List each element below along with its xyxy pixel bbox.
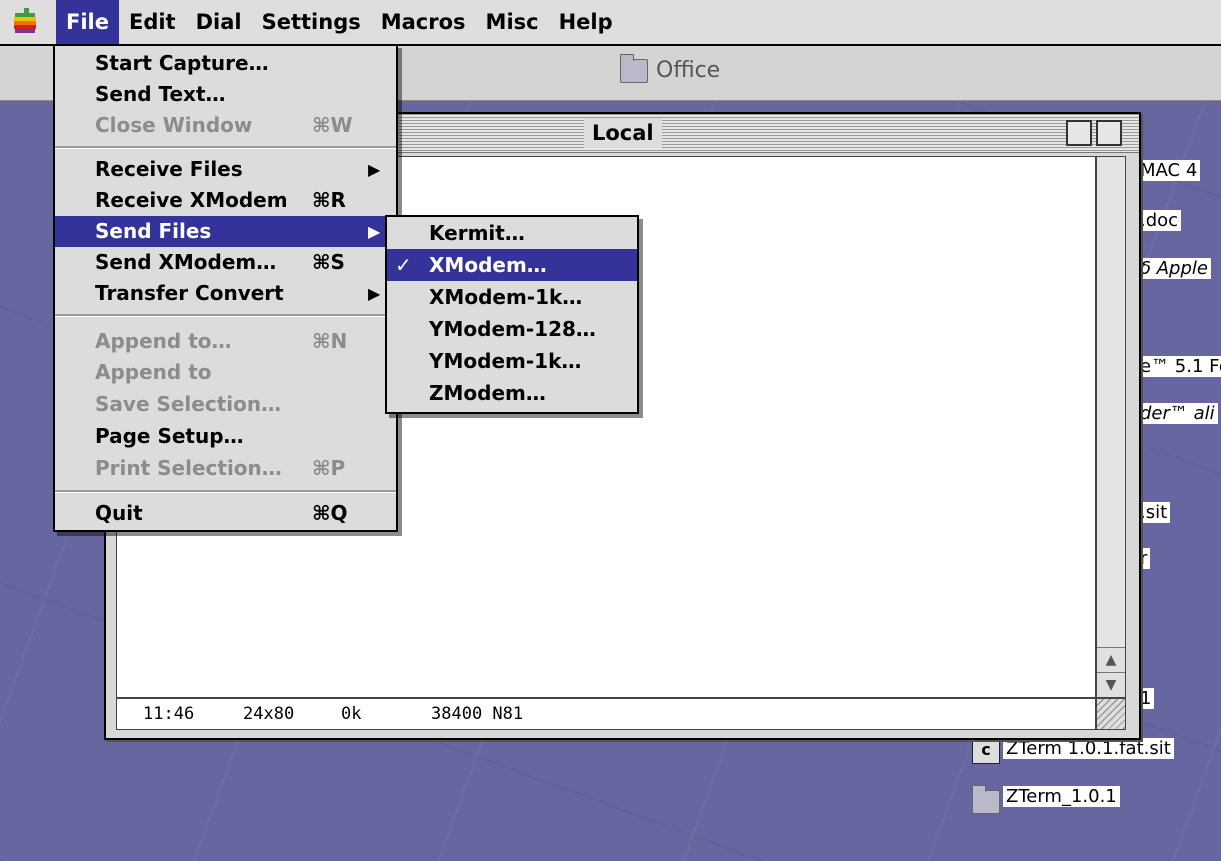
scroll-down-arrow-icon[interactable]: ▼ — [1097, 672, 1125, 697]
finder-title-label: Office — [656, 58, 721, 83]
desktop-icon-label[interactable]: .doc — [1137, 210, 1182, 231]
menu-item-receive-files[interactable]: Receive Files ▶ — [55, 154, 396, 185]
menu-item-send-text[interactable]: Send Text… — [55, 79, 396, 110]
menu-macros[interactable]: Macros — [371, 0, 476, 44]
submenu-item-ymodem-128[interactable]: YModem-128… — [387, 313, 637, 345]
menu-item-send-xmodem[interactable]: Send XModem… ⌘S — [55, 247, 396, 278]
desktop-icon-label[interactable]: e™ 5.1 Fo — [1137, 356, 1221, 377]
menu-file[interactable]: File — [56, 0, 119, 44]
desktop-icon-label[interactable]: MAC 4 — [1137, 160, 1201, 181]
scroll-up-arrow-icon[interactable]: ▲ — [1097, 647, 1125, 672]
menu-item-close-window: Close Window ⌘W — [95, 113, 353, 137]
submenu-item-xmodem[interactable]: ✓ XModem… — [387, 249, 637, 281]
status-port-settings: 38400 N81 — [431, 704, 524, 724]
folder-icon[interactable] — [972, 785, 1000, 814]
menu-dial[interactable]: Dial — [186, 0, 252, 44]
menu-edit[interactable]: Edit — [119, 0, 186, 44]
finder-window-title: Office — [620, 53, 721, 83]
menu-settings[interactable]: Settings — [252, 0, 371, 44]
collapse-box-icon[interactable] — [1096, 120, 1122, 146]
menu-separator — [55, 490, 396, 493]
file-menu: Start Capture… Send Text… Close Window ⌘W… — [53, 44, 398, 532]
vertical-scrollbar[interactable]: ▲ ▼ — [1096, 156, 1126, 698]
submenu-arrow-icon: ▶ — [368, 284, 381, 303]
folder-icon — [620, 53, 648, 83]
menu-item-start-capture[interactable]: Start Capture… — [55, 48, 396, 79]
send-files-submenu: Kermit… ✓ XModem… XModem-1k… YModem-128… … — [385, 215, 639, 414]
menu-item-print-selection: Print Selection… ⌘P — [95, 456, 346, 480]
menu-item-append-to-ellipsis: Append to… ⌘N — [95, 329, 348, 353]
menu-bar: File Edit Dial Settings Macros Misc Help — [0, 0, 1221, 46]
menu-separator — [55, 146, 396, 149]
desktop-icon-label[interactable]: der™ ali — [1137, 403, 1218, 424]
menu-separator — [55, 314, 396, 317]
menu-item-receive-xmodem[interactable]: Receive XModem ⌘R — [55, 185, 396, 216]
checkmark-icon: ✓ — [395, 253, 412, 277]
menu-item-quit[interactable]: Quit ⌘Q — [55, 498, 396, 529]
zoom-box-icon[interactable] — [1066, 120, 1092, 146]
menu-item-save-selection: Save Selection… — [95, 392, 282, 416]
menu-help[interactable]: Help — [549, 0, 623, 44]
status-dimensions: 24x80 — [243, 704, 295, 724]
status-bytes: 0k — [341, 704, 362, 724]
desktop-icon-label[interactable]: δ Apple — [1137, 258, 1211, 279]
submenu-item-zmodem[interactable]: ZModem… — [387, 377, 637, 409]
menu-item-transfer-convert[interactable]: Transfer Convert ▶ — [55, 278, 396, 309]
stuffit-archive-icon[interactable]: c — [972, 736, 1000, 764]
submenu-item-ymodem-1k[interactable]: YModem-1k… — [387, 345, 637, 377]
desktop-icon-label[interactable]: .sit — [1137, 502, 1171, 523]
status-time: 11:46 — [143, 704, 195, 724]
submenu-item-xmodem-1k[interactable]: XModem-1k… — [387, 281, 637, 313]
desktop-icon-label[interactable]: ZTerm 1.0.1.fat.sit — [1003, 738, 1174, 759]
submenu-item-kermit[interactable]: Kermit… — [387, 217, 637, 249]
resize-grow-box-icon[interactable] — [1096, 698, 1126, 730]
menu-item-send-files[interactable]: Send Files ▶ — [55, 216, 396, 247]
desktop-icon-label[interactable]: ZTerm_1.0.1 — [1003, 786, 1120, 807]
submenu-arrow-icon: ▶ — [368, 160, 381, 179]
status-bar: 11:46 24x80 0k 38400 N81 — [116, 698, 1096, 730]
submenu-arrow-icon: ▶ — [368, 222, 381, 241]
menu-item-append-to: Append to — [95, 360, 212, 384]
menu-item-page-setup[interactable]: Page Setup… — [55, 421, 396, 452]
window-title: Local — [584, 118, 662, 148]
apple-menu-icon[interactable] — [10, 7, 40, 37]
menu-misc[interactable]: Misc — [476, 0, 549, 44]
